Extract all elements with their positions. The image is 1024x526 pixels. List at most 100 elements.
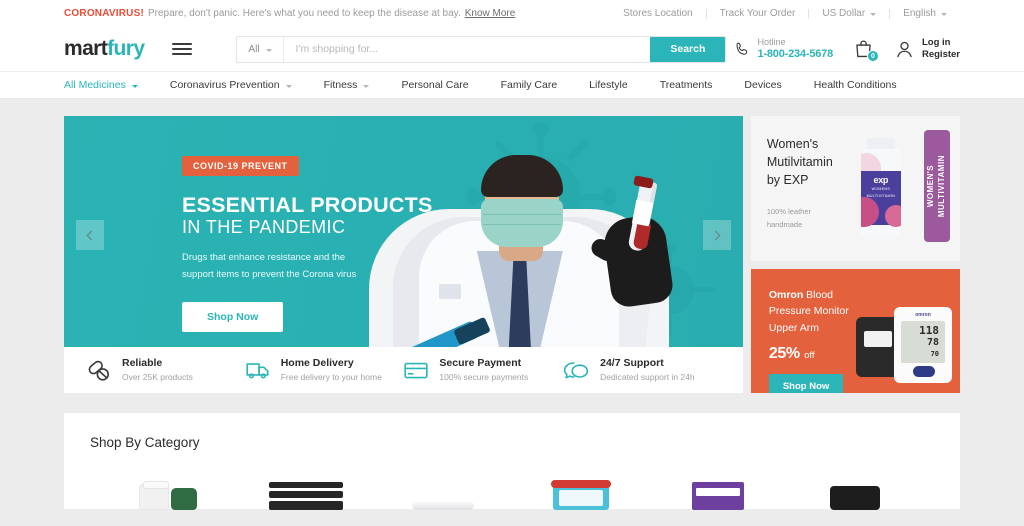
carousel-next-button[interactable] [702,220,731,250]
language-selector[interactable]: English [890,8,960,19]
hero-subtitle-line1: Drugs that enhance resistance and the [182,251,346,263]
category-item[interactable] [100,470,237,510]
vertical-tag-text: WOMEN'S MULTIVITAMIN [926,155,948,217]
pills-icon [88,360,110,381]
vtag-line1: WOMEN'S [926,164,936,208]
search-category-select[interactable]: All [237,36,284,62]
feature-subtitle: Over 25K products [122,372,193,383]
chevron-right-icon [710,230,721,240]
search-input[interactable] [283,36,651,62]
chat-bubble-icon [563,362,589,379]
hero-subtitle-line2: support items to prevent the Corona viru… [182,268,357,280]
promo-card-vitamin[interactable]: Women's Mutilvitamin by EXP 100% leather… [750,116,960,261]
promo-column: Women's Mutilvitamin by EXP 100% leather… [750,116,960,393]
category-item[interactable] [375,470,512,510]
hero-copy: COVID-19 PREVENT ESSENTIAL PRODUCTS IN T… [182,156,433,333]
blood-pressure-monitor-image: omron 118 78 70 [856,287,952,383]
coronavirus-notice: CORONAVIRUS! Prepare, don't panic. Here'… [64,8,515,19]
chevron-down-icon [131,84,138,88]
bottle-label-line1: WOMENS [871,187,891,191]
reading-pulse: 70 [930,350,939,358]
nav-label: Coronavirus Prevention [169,79,280,91]
site-logo[interactable]: martfury [64,37,145,61]
category-item[interactable] [649,470,786,510]
chevron-down-icon [285,84,292,88]
account-button[interactable]: Log in Register [894,37,960,62]
feature-home-delivery: Home Delivery Free delivery to your home [245,357,404,384]
user-icon [897,41,912,57]
coronavirus-label: CORONAVIRUS! [64,8,144,19]
promo-vitamin-sub-line2: handmade [766,219,803,229]
nav-item-lifestyle[interactable]: Lifestyle [573,79,644,91]
omron-shop-now-button[interactable]: Shop Now [768,373,844,393]
chevron-down-icon [941,13,947,16]
main-navigation: All Medicines Coronavirus Prevention Fit… [0,71,1024,99]
category-item[interactable] [237,470,374,510]
category-item[interactable] [787,470,924,510]
nav-label: Treatments [659,79,713,91]
hamburger-icon[interactable] [172,43,193,55]
reading-diastolic: 78 [926,337,939,348]
feature-secure-payment: Secure Payment 100% secure payments [403,357,562,384]
bottle-brand-text: exp [873,175,889,185]
hero-row: COVID-19 PREVENT ESSENTIAL PRODUCTS IN T… [64,116,960,393]
feature-support: 24/7 Support Dedicated support in 24h [562,357,721,384]
nav-item-coronavirus-prevention[interactable]: Coronavirus Prevention [154,79,308,91]
announcement-bar: CORONAVIRUS! Prepare, don't panic. Here'… [0,0,1024,27]
product-thumbnail [412,496,475,510]
nav-label: Devices [744,79,782,91]
nav-item-health-conditions[interactable]: Health Conditions [798,79,913,91]
promo-card-omron[interactable]: Omron Blood Pressure Monitor Upper Arm 2… [750,269,960,393]
search-bar: All Search [236,35,727,63]
shop-by-category-section: Shop By Category [64,413,960,510]
discount-suffix: off [804,349,815,361]
promo-vitamin-subtitle: 100% leather handmade [767,205,811,231]
track-your-order-link[interactable]: Track Your Order [707,8,809,19]
feature-title: Home Delivery [280,356,354,369]
language-label: English [903,8,936,19]
logo-text-primary: mart [64,37,108,60]
header-actions: Hotline 1-800-234-5678 0 Log in Register [734,37,960,62]
feature-subtitle: 100% secure payments [439,372,529,383]
know-more-link[interactable]: Know More [465,8,516,19]
nav-item-personal-care[interactable]: Personal Care [385,79,484,91]
hero-badge: COVID-19 PREVENT [182,156,299,176]
nav-item-fitness[interactable]: Fitness [308,79,386,91]
reading-systolic: 118 [919,324,939,337]
product-thumbnail [830,484,881,510]
omron-title-rest: Blood [806,289,834,301]
cart-button[interactable]: 0 [853,38,879,62]
nav-item-treatments[interactable]: Treatments [644,79,729,91]
features-strip: Reliable Over 25K products Home Delivery… [64,347,743,393]
hero-carousel: COVID-19 PREVENT ESSENTIAL PRODUCTS IN T… [64,116,743,393]
feature-subtitle: Free delivery to your home [280,372,382,383]
nav-item-devices[interactable]: Devices [728,79,797,91]
hamburger-line [172,48,193,50]
section-title: Shop By Category [90,435,200,450]
hero-title-line2: IN THE PANDEMIC [182,217,346,238]
nav-label: Family Care [500,79,558,91]
nav-label: All Medicines [64,79,126,91]
nav-item-all-medicines[interactable]: All Medicines [64,79,154,91]
hotline[interactable]: Hotline 1-800-234-5678 [734,37,833,62]
currency-selector[interactable]: US Dollar [809,8,889,19]
hero-shop-now-button[interactable]: Shop Now [182,302,284,333]
stores-location-link[interactable]: Stores Location [610,8,706,19]
search-button[interactable]: Search [650,36,726,62]
chevron-left-icon [86,230,97,240]
coronavirus-text: Prepare, don't panic. Here's what you ne… [148,8,461,19]
carousel-prev-button[interactable] [76,220,104,250]
vtag-line2: MULTIVITAMIN [937,154,946,218]
nav-label: Fitness [323,79,358,91]
chevron-down-icon [870,13,877,16]
promo-vitamin-sub-line1: 100% leather [766,206,812,216]
feature-subtitle: Dedicated support in 24h [600,372,695,383]
hotline-number: 1-800-234-5678 [757,47,834,60]
hero-title-line1: ESSENTIAL PRODUCTS [182,193,433,217]
register-label: Register [921,49,960,60]
nav-item-family-care[interactable]: Family Care [485,79,574,91]
category-item[interactable] [512,470,649,510]
bottle-label-line2: MULTIVITAMIN [866,194,896,198]
logo-text-accent: fury [107,37,145,60]
hero-subtitle: Drugs that enhance resistance and the su… [182,250,432,283]
